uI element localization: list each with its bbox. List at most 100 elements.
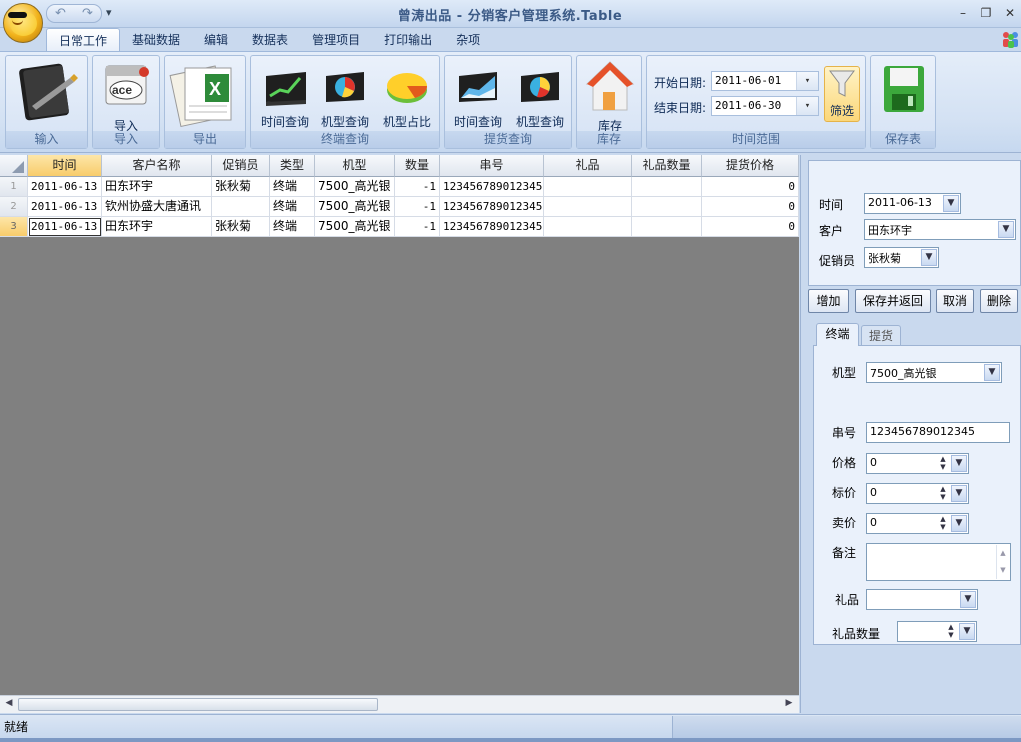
cell-time[interactable]: 2011-06-13	[28, 217, 102, 237]
chevron-down-icon[interactable]: ▼	[959, 623, 975, 640]
calendar-dropdown-icon[interactable]: ▾	[796, 97, 818, 115]
price-stepper[interactable]: 0 ▲ ▼ ▼	[866, 453, 969, 474]
column-header[interactable]: 提货价格	[702, 155, 799, 177]
horizontal-scrollbar[interactable]: ◀ ▶	[0, 695, 799, 713]
cell-serial[interactable]: 123456789012345	[440, 217, 544, 237]
cell-pickup-price[interactable]: 0	[702, 197, 799, 217]
cell-model[interactable]: 7500_高光银	[315, 217, 395, 237]
note-scrollbar[interactable]: ▲ ▼	[996, 545, 1009, 579]
table-row[interactable]: 1 2011-06-13 田东环宇 张秋菊 终端 7500_高光银 -1 123…	[0, 177, 799, 197]
tab-manage-items[interactable]: 管理项目	[300, 28, 372, 52]
cell-serial[interactable]: 123456789012345	[440, 177, 544, 197]
table-row[interactable]: 2 2011-06-13 钦州协盛大唐通讯 终端 7500_高光银 -1 123…	[0, 197, 799, 217]
cell-promoter[interactable]	[212, 197, 270, 217]
tab-pickup[interactable]: 提货	[861, 325, 901, 347]
data-grid[interactable]: 时间 客户名称 促销员 类型 机型 数量 串号 礼品 礼品数量 提货价格 1 2…	[0, 155, 799, 713]
table-row[interactable]: 3 2011-06-13 田东环宇 张秋菊 终端 7500_高光银 -1 123…	[0, 217, 799, 237]
row-header[interactable]: 2	[0, 197, 28, 217]
tab-base-data[interactable]: 基础数据	[120, 28, 192, 52]
scroll-left-icon[interactable]: ◀	[2, 698, 16, 711]
column-header[interactable]: 时间	[28, 155, 102, 177]
cell-pickup-price[interactable]: 0	[702, 217, 799, 237]
cell-gift-qty[interactable]	[632, 197, 702, 217]
column-header[interactable]: 客户名称	[102, 155, 212, 177]
users-icon[interactable]	[1001, 30, 1021, 48]
pickup-time-query-button[interactable]: 时间查询	[449, 68, 507, 130]
list-price-stepper[interactable]: 0 ▲ ▼ ▼	[866, 483, 969, 504]
select-all-corner[interactable]	[0, 155, 28, 177]
scroll-right-icon[interactable]: ▶	[782, 698, 796, 711]
filter-button[interactable]: 筛选	[824, 66, 860, 122]
column-header[interactable]: 类型	[270, 155, 315, 177]
cell-gift-qty[interactable]	[632, 217, 702, 237]
row-header[interactable]: 3	[0, 217, 28, 237]
end-date-input[interactable]: 2011-06-30 ▾	[711, 96, 819, 116]
promoter-select[interactable]: 张秋菊 ▼	[864, 247, 939, 268]
import-button[interactable]: ace 导入	[96, 60, 156, 134]
sell-price-stepper[interactable]: 0 ▲ ▼ ▼	[866, 513, 969, 534]
spin-updown-icon[interactable]: ▲ ▼	[936, 455, 950, 472]
minimize-button[interactable]: –	[954, 5, 972, 21]
column-header[interactable]: 促销员	[212, 155, 270, 177]
gift-select[interactable]: ▼	[866, 589, 978, 610]
column-header[interactable]: 礼品数量	[632, 155, 702, 177]
export-button[interactable]: X	[169, 60, 241, 133]
inventory-button[interactable]: 库存	[581, 60, 639, 134]
chevron-down-icon[interactable]: ▼	[951, 455, 967, 472]
cell-customer[interactable]: 钦州协盛大唐通讯	[102, 197, 212, 217]
spin-updown-icon[interactable]: ▲ ▼	[936, 515, 950, 532]
qat-customize-button[interactable]: ▾	[106, 6, 118, 20]
cell-gift-qty[interactable]	[632, 177, 702, 197]
calendar-dropdown-icon[interactable]: ▾	[796, 72, 818, 90]
chevron-down-icon[interactable]: ▼	[943, 195, 959, 212]
cancel-button[interactable]: 取消	[936, 289, 974, 313]
pickup-model-query-button[interactable]: 机型查询	[511, 68, 569, 130]
cell-gift[interactable]	[544, 177, 632, 197]
chevron-down-icon[interactable]: ▼	[984, 364, 1000, 381]
gift-qty-stepper[interactable]: ▲ ▼ ▼	[897, 621, 977, 642]
serial-input[interactable]: 123456789012345	[866, 422, 1010, 443]
cell-customer[interactable]: 田东环宇	[102, 177, 212, 197]
column-header[interactable]: 机型	[315, 155, 395, 177]
chevron-down-icon[interactable]: ▼	[998, 221, 1014, 238]
start-date-input[interactable]: 2011-06-01 ▾	[711, 71, 819, 91]
tab-terminal[interactable]: 终端	[816, 323, 859, 346]
row-header[interactable]: 1	[0, 177, 28, 197]
cell-gift[interactable]	[544, 217, 632, 237]
cell-model[interactable]: 7500_高光银	[315, 177, 395, 197]
cell-type[interactable]: 终端	[270, 177, 315, 197]
tab-daily-work[interactable]: 日常工作	[46, 28, 121, 52]
cell-quantity[interactable]: -1	[395, 217, 440, 237]
add-button[interactable]: 增加	[808, 289, 849, 313]
chevron-down-icon[interactable]: ▼	[951, 485, 967, 502]
chevron-down-icon[interactable]: ▼	[951, 515, 967, 532]
restore-button[interactable]: ❐	[977, 5, 995, 21]
model-select[interactable]: 7500_高光银 ▼	[866, 362, 1002, 383]
cell-pickup-price[interactable]: 0	[702, 177, 799, 197]
spin-updown-icon[interactable]: ▲ ▼	[944, 623, 958, 640]
column-header[interactable]: 数量	[395, 155, 440, 177]
save-table-button[interactable]	[877, 64, 931, 119]
tab-data-table[interactable]: 数据表	[240, 28, 300, 52]
tab-edit[interactable]: 编辑	[192, 28, 240, 52]
cell-type[interactable]: 终端	[270, 197, 315, 217]
terminal-model-share-button[interactable]: 机型占比	[379, 68, 435, 130]
cell-time[interactable]: 2011-06-13	[28, 177, 102, 197]
cell-time[interactable]: 2011-06-13	[28, 197, 102, 217]
customer-select[interactable]: 田东环宇 ▼	[864, 219, 1016, 240]
redo-icon[interactable]: ↷	[82, 6, 93, 21]
terminal-model-query-button[interactable]: 机型查询	[317, 68, 373, 130]
cell-promoter[interactable]: 张秋菊	[212, 217, 270, 237]
undo-icon[interactable]: ↶	[55, 6, 66, 21]
tab-print-output[interactable]: 打印输出	[372, 28, 444, 52]
chevron-down-icon[interactable]: ▼	[960, 591, 976, 608]
time-picker[interactable]: 2011-06-13 ▼	[864, 193, 961, 214]
cell-gift[interactable]	[544, 197, 632, 217]
cell-customer[interactable]: 田东环宇	[102, 217, 212, 237]
cell-serial[interactable]: 123456789012345	[440, 197, 544, 217]
app-menu-button[interactable]	[3, 3, 43, 43]
column-header[interactable]: 礼品	[544, 155, 632, 177]
delete-button[interactable]: 删除	[980, 289, 1018, 313]
cell-quantity[interactable]: -1	[395, 177, 440, 197]
cell-type[interactable]: 终端	[270, 217, 315, 237]
